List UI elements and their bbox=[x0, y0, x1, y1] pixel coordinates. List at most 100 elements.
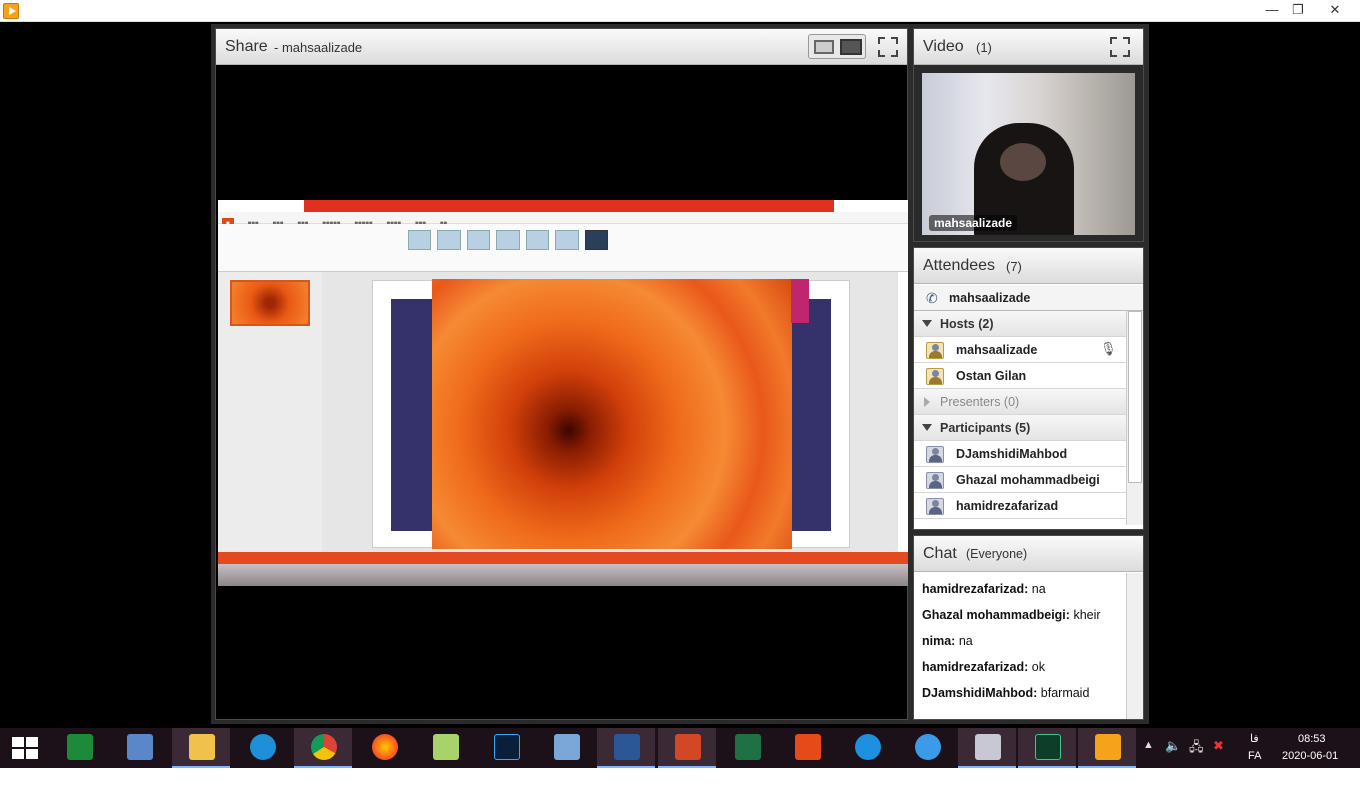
chat-message: hamidrezafarizad: na bbox=[922, 582, 1046, 596]
attendee-name: Ostan Gilan bbox=[956, 369, 1027, 383]
photoshop-icon[interactable] bbox=[494, 734, 520, 760]
attendees-title: Attendees bbox=[923, 257, 996, 274]
virtualbox-icon[interactable] bbox=[554, 734, 580, 760]
edge-icon[interactable] bbox=[855, 734, 881, 760]
share-presenter: - mahsaalizade bbox=[274, 40, 363, 55]
phone-icon: ✆ bbox=[926, 290, 938, 306]
chat-message: hamidrezafarizad: ok bbox=[922, 660, 1045, 674]
slide-thumbnails bbox=[218, 272, 322, 552]
remote-desktop-icon[interactable] bbox=[127, 734, 153, 760]
show-hidden-icons[interactable]: ▲ bbox=[1143, 739, 1154, 751]
meeting-layout: Share - mahsaalizade ■■■■■■■■■■■■■■■■■■■… bbox=[211, 24, 1149, 724]
taskbar-tool[interactable] bbox=[1018, 728, 1076, 768]
taskbar-network-browser[interactable] bbox=[898, 728, 956, 768]
expand-participants-icon[interactable] bbox=[922, 424, 932, 431]
close-button[interactable]: ✕ bbox=[1318, 0, 1352, 22]
hosts-group[interactable]: Hosts (2) bbox=[914, 311, 1126, 337]
person-face bbox=[1000, 143, 1046, 181]
taskbar-notepad[interactable] bbox=[416, 728, 474, 768]
video-fullscreen-icon[interactable] bbox=[1110, 37, 1130, 57]
participant-icon bbox=[926, 446, 944, 463]
taskbar-photoshop[interactable] bbox=[477, 728, 535, 768]
office-icon[interactable] bbox=[795, 734, 821, 760]
start-icon[interactable] bbox=[12, 737, 38, 759]
taskbar-powerpoint[interactable] bbox=[658, 728, 716, 768]
shared-screen: ■■■■■■■■■■■■■■■■■■■■■■■■■■■■■ bbox=[218, 200, 908, 586]
taskbar-firefox[interactable] bbox=[355, 728, 413, 768]
full-view-icon[interactable] bbox=[840, 39, 862, 55]
host-icon bbox=[926, 368, 944, 385]
attendee-name: Ghazal mohammadbeigi bbox=[956, 473, 1100, 487]
taskbar-virtualbox[interactable] bbox=[537, 728, 595, 768]
standard-view-icon[interactable] bbox=[814, 40, 834, 54]
windows-taskbar: ▲ 🔈 🖧 ✖ فا FA 08:53 2020-06-01 bbox=[0, 728, 1360, 768]
webcam-feed[interactable]: mahsaalizade bbox=[922, 73, 1135, 235]
chrome-icon[interactable] bbox=[311, 734, 337, 760]
remote-app-icon[interactable] bbox=[975, 734, 1001, 760]
taskbar-remote-desktop[interactable] bbox=[110, 728, 168, 768]
taskbar-remote-app[interactable] bbox=[958, 728, 1016, 768]
language-indicator[interactable]: FA bbox=[1248, 750, 1261, 762]
participant-row[interactable]: hamidrezafarizad bbox=[914, 493, 1126, 519]
layout-toggle[interactable] bbox=[808, 34, 866, 59]
expand-presenters-icon[interactable] bbox=[924, 397, 930, 407]
attendees-scrollbar[interactable] bbox=[1126, 311, 1143, 525]
attendees-count: (7) bbox=[1006, 259, 1022, 274]
start-button[interactable] bbox=[0, 728, 50, 768]
taskbar-excel[interactable] bbox=[718, 728, 776, 768]
participant-icon bbox=[926, 472, 944, 489]
tool-icon[interactable] bbox=[1035, 734, 1061, 760]
flower-picture[interactable] bbox=[432, 279, 792, 549]
slide-thumbnail[interactable] bbox=[230, 280, 310, 326]
window-titlebar: — ❐ ✕ bbox=[0, 0, 1360, 22]
participant-row[interactable]: Ghazal mohammadbeigi bbox=[914, 467, 1126, 493]
word-icon[interactable] bbox=[614, 734, 640, 760]
host-row[interactable]: Ostan Gilan bbox=[914, 363, 1126, 389]
video-username: mahsaalizade bbox=[929, 215, 1018, 231]
powerpoint-icon[interactable] bbox=[675, 734, 701, 760]
taskbar-adobe-connect[interactable] bbox=[1078, 728, 1136, 768]
notepad-icon[interactable] bbox=[433, 734, 459, 760]
firefox-icon[interactable] bbox=[372, 734, 398, 760]
adobe-connect-icon[interactable] bbox=[1095, 734, 1121, 760]
participants-group[interactable]: Participants (5) bbox=[914, 415, 1126, 441]
calculator-icon[interactable] bbox=[67, 734, 93, 760]
internet-explorer-icon[interactable] bbox=[250, 734, 276, 760]
presenters-group[interactable]: Presenters (0) bbox=[914, 389, 1126, 415]
taskbar-internet-explorer[interactable] bbox=[233, 728, 291, 768]
taskbar-file-explorer[interactable] bbox=[172, 728, 230, 768]
chat-message: nima: na bbox=[922, 634, 973, 648]
remote-taskbar bbox=[218, 564, 908, 586]
taskbar-office[interactable] bbox=[778, 728, 836, 768]
participants-label: Participants (5) bbox=[940, 421, 1031, 435]
chat-scope: (Everyone) bbox=[966, 547, 1028, 561]
expand-hosts-icon[interactable] bbox=[922, 320, 932, 327]
language-glyph[interactable]: فا bbox=[1250, 732, 1259, 745]
taskbar-edge[interactable] bbox=[838, 728, 896, 768]
clock-date[interactable]: 2020-06-01 bbox=[1282, 750, 1338, 762]
restore-button[interactable]: ❐ bbox=[1281, 0, 1315, 22]
volume-icon[interactable]: 🔈 bbox=[1165, 738, 1181, 754]
taskbar-word[interactable] bbox=[597, 728, 655, 768]
scroll-thumb[interactable] bbox=[1128, 311, 1142, 483]
taskbar-chrome[interactable] bbox=[294, 728, 352, 768]
chat-header: Chat (Everyone) bbox=[914, 536, 1143, 572]
clock-time[interactable]: 08:53 bbox=[1298, 733, 1326, 745]
my-status-row[interactable]: ✆ mahsaalizade bbox=[914, 285, 1143, 311]
host-row[interactable]: mahsaalizade 🎙 bbox=[914, 337, 1126, 363]
hosts-label: Hosts (2) bbox=[940, 317, 994, 331]
file-explorer-icon[interactable] bbox=[189, 734, 215, 760]
video-pod-header: Video (1) bbox=[914, 29, 1143, 65]
presenters-label: Presenters (0) bbox=[940, 395, 1020, 409]
chat-scrollbar[interactable] bbox=[1126, 573, 1143, 719]
taskbar-calculator[interactable] bbox=[50, 728, 108, 768]
network-icon[interactable]: 🖧 bbox=[1189, 738, 1204, 760]
no-connection-icon[interactable]: ✖ bbox=[1213, 738, 1224, 754]
excel-icon[interactable] bbox=[735, 734, 761, 760]
participant-row[interactable]: DJamshidiMahbod bbox=[914, 441, 1126, 467]
host-icon bbox=[926, 342, 944, 359]
fullscreen-icon[interactable] bbox=[878, 37, 898, 57]
powerpoint-ribbon-tabs: ■■■■■■■■■■■■■■■■■■■■■■■■■■■■■ bbox=[218, 212, 908, 230]
network-browser-icon[interactable] bbox=[915, 734, 941, 760]
speaking-mic-icon: 🎙 bbox=[1100, 341, 1117, 356]
